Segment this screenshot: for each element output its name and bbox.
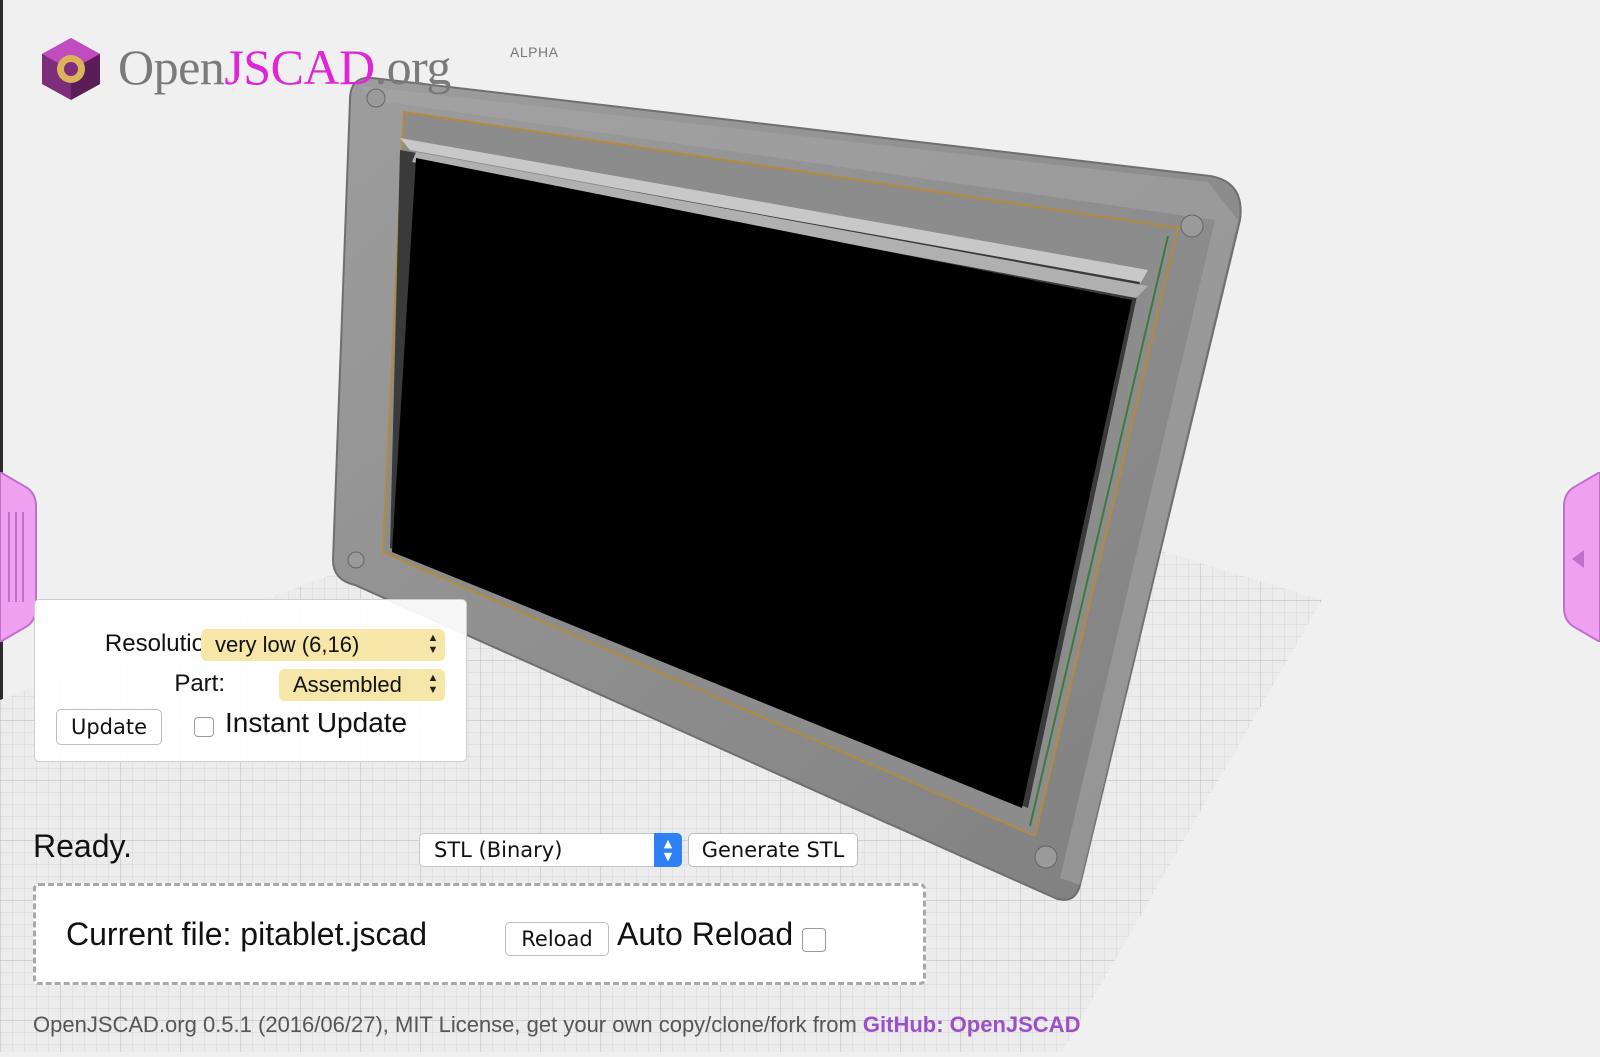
select-arrows-icon: ▲ ▼ xyxy=(427,672,439,696)
reload-button[interactable]: Reload xyxy=(505,922,609,956)
part-select-value: Assembled xyxy=(293,672,402,697)
resolution-label: Resolution: xyxy=(104,630,225,657)
parameters-panel: Resolution: very low (6,16) ▲ ▼ Part: Ass… xyxy=(34,599,467,762)
generate-stl-button[interactable]: Generate STL xyxy=(688,833,858,867)
right-panel-handle[interactable] xyxy=(1560,470,1600,644)
footer: OpenJSCAD.org 0.5.1 (2016/06/27), MIT Li… xyxy=(33,1012,1080,1038)
footer-text: OpenJSCAD.org 0.5.1 (2016/06/27), MIT Li… xyxy=(33,1012,863,1037)
resolution-select-value: very low (6,16) xyxy=(215,632,360,657)
github-link[interactable]: GitHub: OpenJSCAD xyxy=(863,1012,1081,1037)
alpha-badge: ALPHA xyxy=(510,44,559,60)
auto-reload-checkbox[interactable] xyxy=(802,928,826,952)
current-file-box: Current file: pitablet.jscad Reload Auto… xyxy=(33,883,926,985)
select-arrows-icon: ▲ ▼ xyxy=(427,632,439,656)
export-format-value: STL (Binary) xyxy=(434,838,563,862)
logo-wordmark: OpenJSCAD.org xyxy=(118,38,451,96)
current-file-label: Current file: pitablet.jscad xyxy=(66,916,428,952)
update-button[interactable]: Update xyxy=(56,709,162,745)
logo-text-open: Open xyxy=(118,39,225,95)
instant-update-label: Instant Update xyxy=(225,707,408,738)
resolution-select[interactable]: very low (6,16) ▲ ▼ xyxy=(201,629,445,661)
export-format-select[interactable]: STL (Binary) ▲ ▼ xyxy=(419,833,682,867)
logo-text-org: .org xyxy=(374,39,452,95)
stepper-arrows-icon: ▲ ▼ xyxy=(654,833,682,867)
status-text: Ready. xyxy=(33,828,133,864)
logo-cube-icon xyxy=(42,38,100,100)
part-select[interactable]: Assembled ▲ ▼ xyxy=(279,669,445,701)
part-label: Part: xyxy=(174,670,225,697)
instant-update-checkbox[interactable] xyxy=(194,717,214,737)
auto-reload-label: Auto Reload xyxy=(617,916,794,952)
logo-text-jscad: JSCAD xyxy=(224,39,375,95)
